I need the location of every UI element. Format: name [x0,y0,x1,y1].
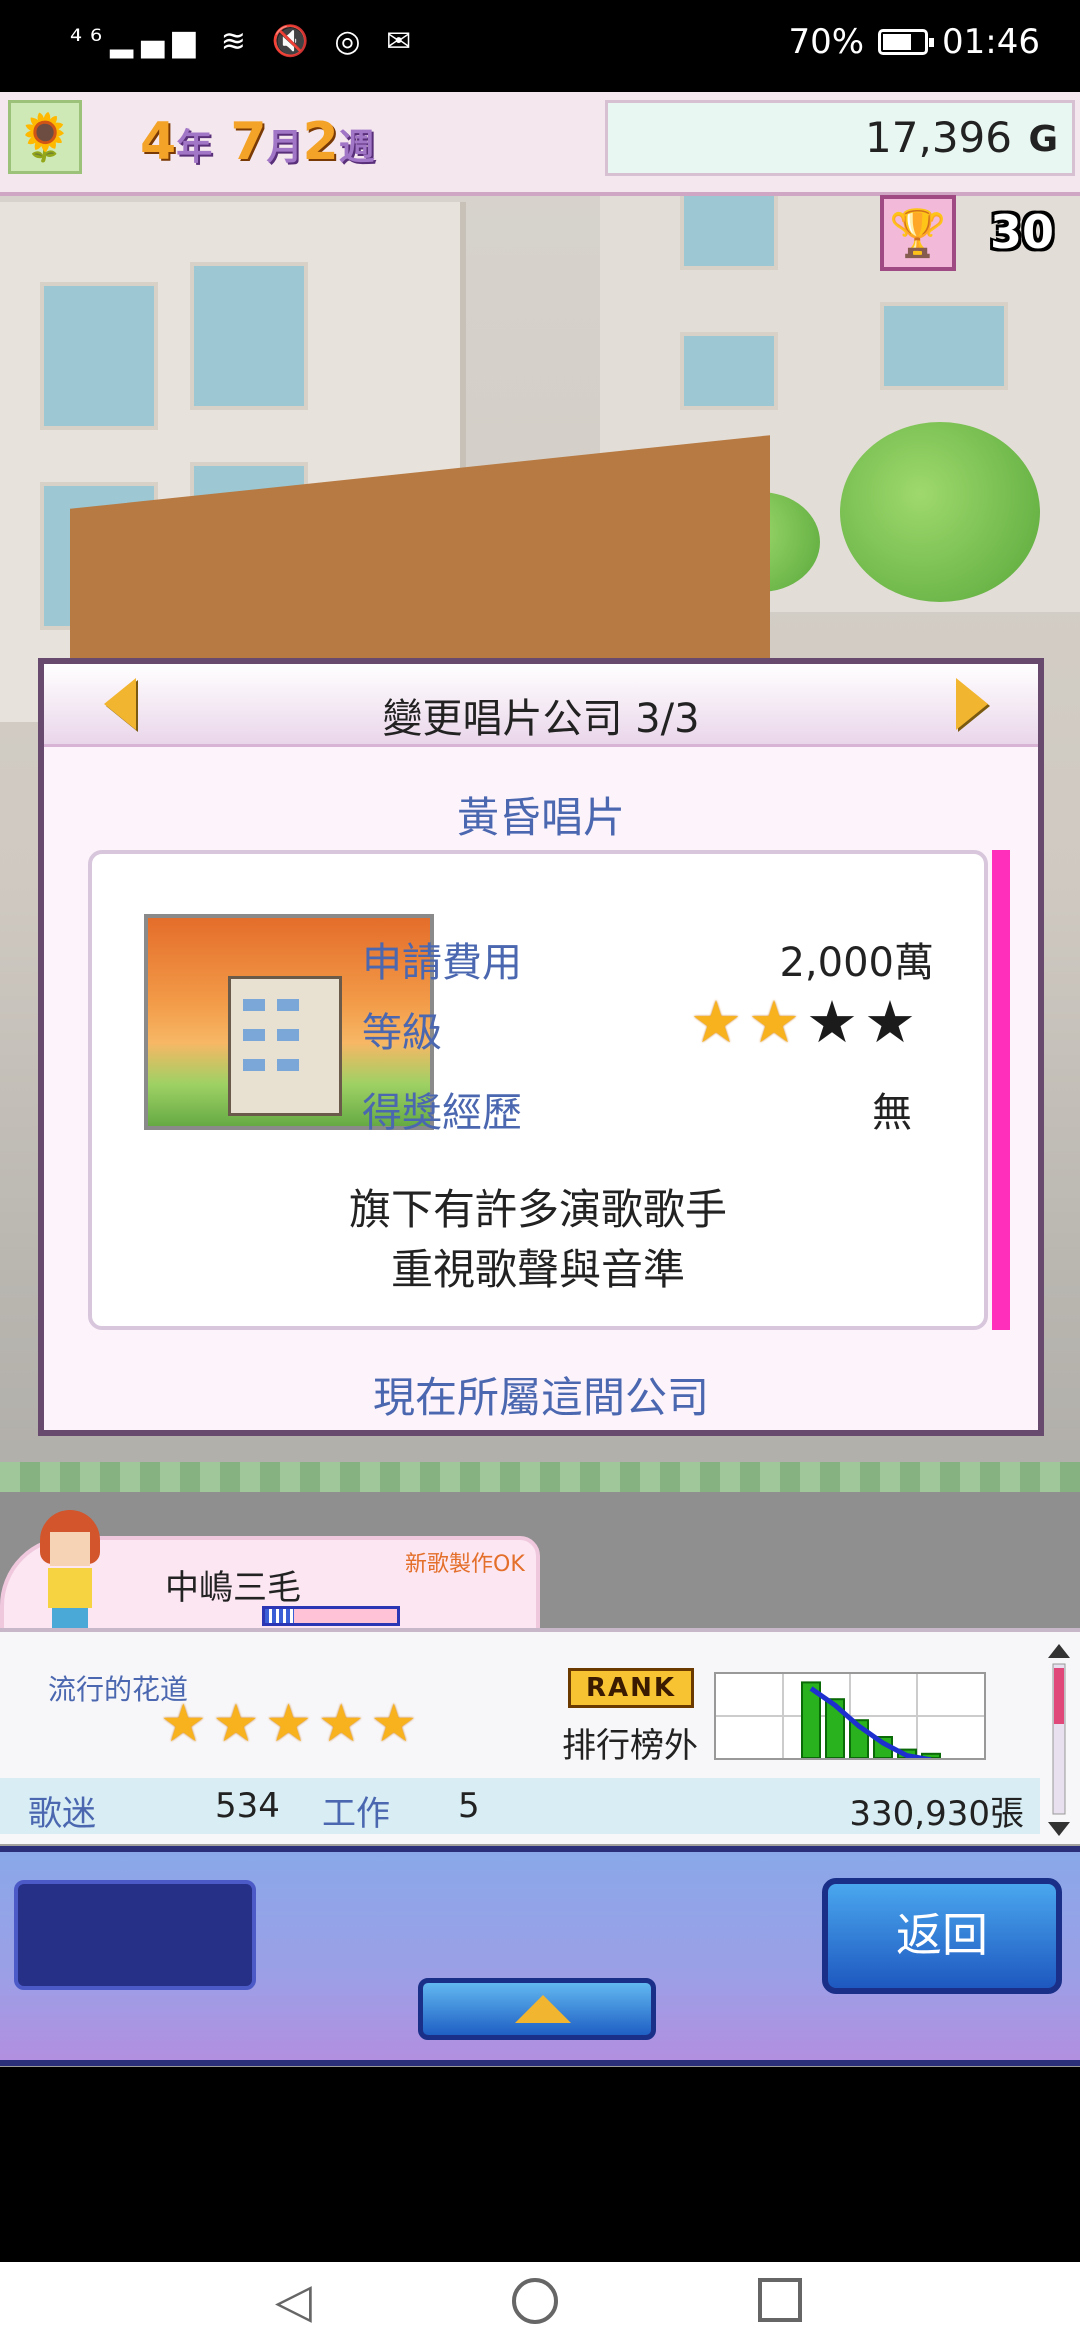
fee-value: 2,000萬 [779,940,934,986]
star-filled-icon: ★ [265,1694,312,1754]
award-value: 無 [872,1090,912,1136]
rank-status: 排行榜外 [562,1726,698,1766]
up-arrow-icon [515,1995,571,2023]
year-number: 4 [140,112,177,172]
nav-back-icon[interactable]: ◁ [275,2276,312,2326]
fee-label: 申請費用 [362,940,522,986]
battery-icon [878,29,935,55]
month-unit: 月 [266,127,303,168]
week-unit: 週 [338,127,375,168]
star-filled-icon: ★ [690,988,742,1056]
company-name: 黃昏唱片 [456,793,625,842]
star-filled-icon: ★ [317,1694,365,1754]
current-company-note: 現在所屬這間公司 [372,1373,709,1422]
info-scroll[interactable] [1044,1640,1074,1840]
back-button[interactable]: 返回 [822,1878,1062,1994]
expand-up-button[interactable] [418,1978,656,2040]
currency-label: G [1028,119,1058,160]
dialog-scrollbar[interactable] [992,850,1010,1330]
sales-value: 330,930張 [849,1794,1024,1834]
rank-chart [714,1672,986,1760]
money-display: 17,396 G [605,100,1075,176]
star-filled-icon: ★ [370,1694,418,1754]
star-empty-icon: ★ [864,988,916,1056]
star-empty-icon: ★ [806,988,858,1056]
fans-label: 歌迷 [28,1794,96,1834]
nav-home-icon[interactable] [512,2278,558,2324]
status-bar: ⁴⁶▂▄▆ ≋ 🔇 ◎ ✉ 70% 01:46 [0,0,1080,92]
star-filled-icon: ★ [748,988,800,1056]
dialog-title: 變更唱片公司 3/3 [382,696,700,742]
change-label-dialog: 變更唱片公司 3/3 黃昏唱片 申請費用 2,000萬 等級 ★ ★ ★ ★ 得獎經歷… [38,658,1044,1436]
work-value: 5 [458,1786,480,1826]
top-bar: 🌻 4年 7月2週 17,396 G [0,92,1080,196]
level-label: 等級 [362,1010,442,1056]
company-description-line1: 旗下有許多演歌歌手 [348,1185,727,1234]
year-unit: 年 [176,127,213,168]
trophy-icon[interactable]: 🏆 [880,195,956,271]
artist-avatar[interactable] [30,1510,110,1640]
route-stars: ★ ★ ★ ★ ★ [160,1696,417,1752]
money-value: 17,396 [865,113,1012,162]
star-filled-icon: ★ [212,1694,260,1754]
scroll-down-icon [1048,1822,1070,1836]
week-number: 2 [302,112,339,172]
signal-icons: ⁴⁶▂▄▆ ≋ 🔇 ◎ ✉ [70,24,420,59]
scroll-up-icon [1048,1644,1070,1658]
status-right: 70% 01:46 [788,22,1040,62]
level-stars: ★ ★ ★ ★ [690,990,916,1054]
sunflower-icon[interactable]: 🌻 [8,100,82,174]
new-song-status: 新歌製作OK [405,1552,525,1577]
star-filled-icon: ★ [160,1694,207,1754]
company-description-line2: 重視歌聲與音準 [390,1245,685,1294]
artist-name: 中嶋三毛 [165,1568,301,1608]
trophy-count: 30 [990,205,1055,259]
award-label: 得獎經歷 [362,1090,522,1136]
nav-recents-icon[interactable] [758,2278,802,2322]
rank-badge: RANK [568,1668,694,1708]
month-number: 7 [230,112,267,172]
menu-slot-button[interactable] [14,1880,256,1990]
battery-percent: 70% [788,22,865,62]
dialog-header: 變更唱片公司 3/3 [44,664,1038,747]
stats-row: 歌迷 534 工作 5 330,930張 [0,1778,1040,1834]
fans-value: 534 [215,1786,280,1826]
game-date: 4年 7月2週 [140,112,375,172]
artist-progress-bar [262,1606,400,1626]
company-card[interactable]: 申請費用 2,000萬 等級 ★ ★ ★ ★ 得獎經歷 無 旗下有許多演歌歌手 重視歌… [88,850,988,1330]
system-nav-bar: ◁ [0,2262,1080,2340]
work-label: 工作 [322,1794,390,1834]
clock: 01:46 [942,22,1040,62]
next-arrow-icon[interactable] [956,678,988,730]
